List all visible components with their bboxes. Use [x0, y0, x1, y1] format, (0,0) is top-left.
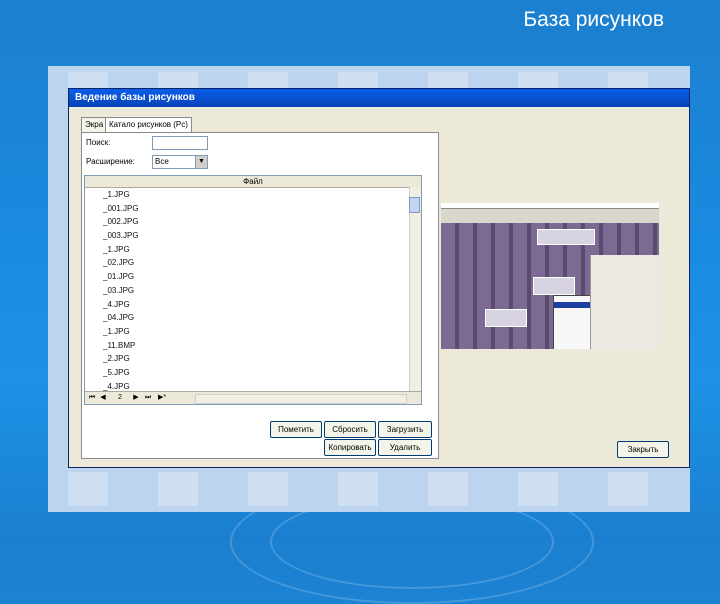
- table-row[interactable]: _04.JPG: [85, 311, 421, 325]
- tab-catalog[interactable]: Катало рисунков (Рс): [105, 117, 192, 132]
- load-button[interactable]: Загрузить: [378, 421, 432, 438]
- embedded-screenshot: Ведение базы рисунков Экра Катало рисунк…: [48, 66, 690, 512]
- app-window: Ведение базы рисунков Экра Катало рисунк…: [68, 88, 690, 468]
- table-row[interactable]: _003.JPG: [85, 229, 421, 243]
- extension-select[interactable]: Все ▼: [152, 155, 208, 169]
- preview-toolbar: [441, 203, 659, 223]
- preview-box: [485, 309, 527, 327]
- preview-panel: [590, 255, 659, 349]
- table-row[interactable]: _01.JPG: [85, 270, 421, 284]
- chevron-down-icon[interactable]: ▼: [195, 156, 207, 168]
- preview-menu: [553, 295, 591, 349]
- table-row[interactable]: _11.BMP: [85, 339, 421, 353]
- table-row[interactable]: _5.JPG: [85, 366, 421, 380]
- table-row[interactable]: _1.JPG: [85, 325, 421, 339]
- preview-box: [533, 277, 575, 295]
- table-row[interactable]: _02.JPG: [85, 256, 421, 270]
- table-row[interactable]: _001.JPG: [85, 202, 421, 216]
- watermark-band: [48, 472, 690, 506]
- table-row[interactable]: _1.JPG: [85, 188, 421, 202]
- slide-title: База рисунков: [523, 8, 664, 31]
- preview-image: [441, 223, 659, 349]
- last-record-icon[interactable]: ⏭: [143, 393, 153, 403]
- new-record-icon[interactable]: ▶*: [157, 393, 167, 403]
- scroll-thumb[interactable]: [409, 197, 420, 213]
- first-record-icon[interactable]: ⏮: [87, 393, 97, 403]
- horizontal-scrollbar[interactable]: [195, 394, 407, 404]
- search-label: Поиск:: [86, 138, 111, 147]
- next-record-icon[interactable]: ▶: [131, 393, 141, 403]
- vertical-scrollbar[interactable]: [409, 187, 421, 392]
- grid-header: Файл: [85, 176, 421, 188]
- tab-catalog-label: Катало: [109, 120, 136, 129]
- prev-record-icon[interactable]: ◀: [98, 393, 108, 403]
- delete-button[interactable]: Удалить: [378, 439, 432, 456]
- extension-value: Все: [155, 157, 169, 166]
- reset-button[interactable]: Сбросить: [324, 421, 376, 438]
- table-row[interactable]: _03.JPG: [85, 284, 421, 298]
- close-button[interactable]: Закрыть: [617, 441, 669, 458]
- record-navigator: ⏮ ◀ 2 ▶ ⏭ ▶*: [85, 391, 421, 404]
- tab-catalog-label-rest: рисунков (Рс): [137, 120, 188, 129]
- search-input[interactable]: [152, 136, 208, 150]
- copy-button[interactable]: Копировать: [324, 439, 376, 456]
- image-preview: [441, 203, 659, 349]
- table-row[interactable]: _002.JPG: [85, 215, 421, 229]
- extension-label: Расширение:: [86, 157, 135, 166]
- file-list: _1.JPG _001.JPG _002.JPG _003.JPG _1.JPG _02.…: [85, 188, 421, 393]
- page-number: 2: [118, 394, 122, 401]
- table-row[interactable]: _2.JPG: [85, 352, 421, 366]
- preview-banner: [537, 229, 595, 245]
- file-grid: Файл _1.JPG _001.JPG _002.JPG _003.JPG _1.JP…: [84, 175, 422, 405]
- mark-button[interactable]: Пометить: [270, 421, 322, 438]
- window-title: Ведение базы рисунков: [69, 89, 689, 107]
- table-row[interactable]: _4.JPG: [85, 298, 421, 312]
- table-row[interactable]: _1.JPG: [85, 243, 421, 257]
- catalog-panel: Поиск: Расширение: Все ▼ Файл _1.JPG _001…: [81, 132, 439, 459]
- tab-screen[interactable]: Экра: [81, 117, 108, 132]
